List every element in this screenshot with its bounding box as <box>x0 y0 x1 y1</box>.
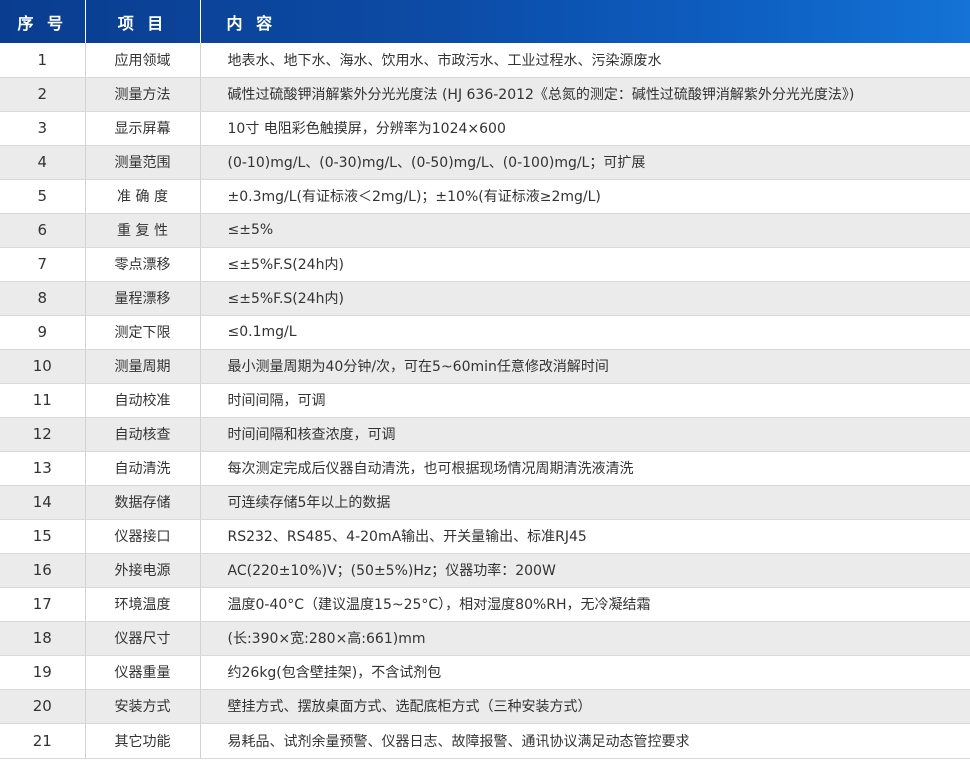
row-number: 11 <box>0 383 86 418</box>
row-item: 仪器尺寸 <box>85 621 201 656</box>
row-content: RS232、RS485、4-20mA输出、开关量输出、标准RJ45 <box>200 519 970 554</box>
row-content: 10寸 电阻彩色触摸屏，分辨率为1024×600 <box>200 111 970 146</box>
table-row: 9 测定下限 ≤0.1mg/L <box>0 315 970 350</box>
row-content: 温度0-40°C（建议温度15~25°C），相对湿度80%RH，无冷凝结霜 <box>200 587 970 622</box>
table-row: 5准 确 度 ±0.3mg/L(有证标液＜2mg/L)；±10%(有证标液≥2mg… <box>0 179 970 214</box>
row-content: 时间间隔和核查浓度，可调 <box>200 417 970 452</box>
row-item: 环境温度 <box>85 587 201 622</box>
row-item: 其它功能 <box>85 723 201 759</box>
row-item: 自动校准 <box>85 383 201 418</box>
row-content: ≤0.1mg/L <box>200 315 970 350</box>
row-number: 13 <box>0 451 86 486</box>
row-number: 20 <box>0 689 86 724</box>
table-row: 3 显示屏幕 10寸 电阻彩色触摸屏，分辨率为1024×600 <box>0 111 970 146</box>
row-content: ±0.3mg/L(有证标液＜2mg/L)；±10%(有证标液≥2mg/L) <box>200 179 970 214</box>
row-content: (0-10)mg/L、(0-30)mg/L、(0-50)mg/L、(0-100)… <box>200 145 970 180</box>
row-item: 显示屏幕 <box>85 111 201 146</box>
row-item: 重 复 性 <box>85 213 201 248</box>
row-number: 17 <box>0 587 86 622</box>
row-item: 测量范围 <box>85 145 201 180</box>
row-item: 测量方法 <box>85 77 201 112</box>
table-row: 7 零点漂移 ≤±5%F.S(24h内) <box>0 247 970 282</box>
table-row: 6重 复 性 ≤±5% <box>0 213 970 248</box>
table-row: 8 量程漂移 ≤±5%F.S(24h内) <box>0 281 970 316</box>
header-row: 序 号 项 目 内 容 <box>0 0 970 43</box>
row-item: 数据存储 <box>85 485 201 520</box>
table-row: 13 自动清洗 每次测定完成后仪器自动清洗，也可根据现场情况周期清洗液清洗 <box>0 451 970 486</box>
row-item: 测量周期 <box>85 349 201 384</box>
row-number: 10 <box>0 349 86 384</box>
row-number: 4 <box>0 145 86 180</box>
header-content: 内 容 <box>200 0 970 43</box>
row-item: 仪器接口 <box>85 519 201 554</box>
table-body: 1 应用领域 地表水、地下水、海水、饮用水、市政污水、工业过程水、污染源废水 2 测量方… <box>0 43 970 759</box>
header-item: 项 目 <box>85 0 201 43</box>
table-row: 17 环境温度 温度0-40°C（建议温度15~25°C），相对湿度80%RH，无冷… <box>0 587 970 622</box>
row-number: 1 <box>0 43 86 78</box>
table-row: 4 测量范围 (0-10)mg/L、(0-30)mg/L、(0-50)mg/L、(0… <box>0 145 970 180</box>
row-content: AC(220±10%)V；(50±5%)Hz；仪器功率：200W <box>200 553 970 588</box>
row-number: 15 <box>0 519 86 554</box>
row-item: 仪器重量 <box>85 655 201 690</box>
row-item: 自动核查 <box>85 417 201 452</box>
table-row: 12 自动核查 时间间隔和核查浓度，可调 <box>0 417 970 452</box>
row-item: 安装方式 <box>85 689 201 724</box>
row-item: 外接电源 <box>85 553 201 588</box>
row-number: 14 <box>0 485 86 520</box>
row-number: 18 <box>0 621 86 656</box>
row-content: ≤±5%F.S(24h内) <box>200 247 970 282</box>
row-content: ≤±5% <box>200 213 970 248</box>
row-content: 最小测量周期为40分钟/次，可在5~60min任意修改消解时间 <box>200 349 970 384</box>
table-row: 1 应用领域 地表水、地下水、海水、饮用水、市政污水、工业过程水、污染源废水 <box>0 43 970 78</box>
row-content: 每次测定完成后仪器自动清洗，也可根据现场情况周期清洗液清洗 <box>200 451 970 486</box>
row-number: 21 <box>0 723 86 759</box>
row-number: 12 <box>0 417 86 452</box>
table-row: 20 安装方式 壁挂方式、摆放桌面方式、选配底柜方式（三种安装方式） <box>0 689 970 724</box>
row-content: 时间间隔，可调 <box>200 383 970 418</box>
row-number: 3 <box>0 111 86 146</box>
row-content: 地表水、地下水、海水、饮用水、市政污水、工业过程水、污染源废水 <box>200 43 970 78</box>
row-content: ≤±5%F.S(24h内) <box>200 281 970 316</box>
row-number: 7 <box>0 247 86 282</box>
row-content: 碱性过硫酸钾消解紫外分光光度法 (HJ 636-2012《总氮的测定：碱性过硫酸… <box>200 77 970 112</box>
row-number: 16 <box>0 553 86 588</box>
table-row: 21 其它功能 易耗品、试剂余量预警、仪器日志、故障报警、通讯协议满足动态管控要求 <box>0 723 970 759</box>
table-header: 序 号 项 目 内 容 <box>0 0 970 43</box>
row-item: 自动清洗 <box>85 451 201 486</box>
row-content: 壁挂方式、摆放桌面方式、选配底柜方式（三种安装方式） <box>200 689 970 724</box>
row-item: 量程漂移 <box>85 281 201 316</box>
row-content: 易耗品、试剂余量预警、仪器日志、故障报警、通讯协议满足动态管控要求 <box>200 723 970 759</box>
row-item: 应用领域 <box>85 43 201 78</box>
table-row: 10 测量周期 最小测量周期为40分钟/次，可在5~60min任意修改消解时间 <box>0 349 970 384</box>
row-item: 零点漂移 <box>85 247 201 282</box>
row-number: 9 <box>0 315 86 350</box>
table-row: 2 测量方法 碱性过硫酸钾消解紫外分光光度法 (HJ 636-2012《总氮的测定：… <box>0 77 970 112</box>
row-number: 19 <box>0 655 86 690</box>
row-item: 准 确 度 <box>85 179 201 214</box>
row-number: 8 <box>0 281 86 316</box>
table-row: 15 仪器接口 RS232、RS485、4-20mA输出、开关量输出、标准RJ45 <box>0 519 970 554</box>
row-item: 测定下限 <box>85 315 201 350</box>
spec-table: 序 号 项 目 内 容 1 应用领域 地表水、地下水、海水、饮用水、市政污水、工业过… <box>0 0 970 759</box>
row-number: 2 <box>0 77 86 112</box>
row-content: 约26kg(包含壁挂架)，不含试剂包 <box>200 655 970 690</box>
table-row: 16 外接电源 AC(220±10%)V；(50±5%)Hz；仪器功率：200W <box>0 553 970 588</box>
table-row: 14 数据存储 可连续存储5年以上的数据 <box>0 485 970 520</box>
table-row: 19 仪器重量 约26kg(包含壁挂架)，不含试剂包 <box>0 655 970 690</box>
row-number: 5 <box>0 179 86 214</box>
row-content: 可连续存储5年以上的数据 <box>200 485 970 520</box>
table-row: 11 自动校准 时间间隔，可调 <box>0 383 970 418</box>
table-row: 18 仪器尺寸 (长:390×宽:280×高:661)mm <box>0 621 970 656</box>
row-content: (长:390×宽:280×高:661)mm <box>200 621 970 656</box>
row-number: 6 <box>0 213 86 248</box>
header-index: 序 号 <box>0 0 86 43</box>
